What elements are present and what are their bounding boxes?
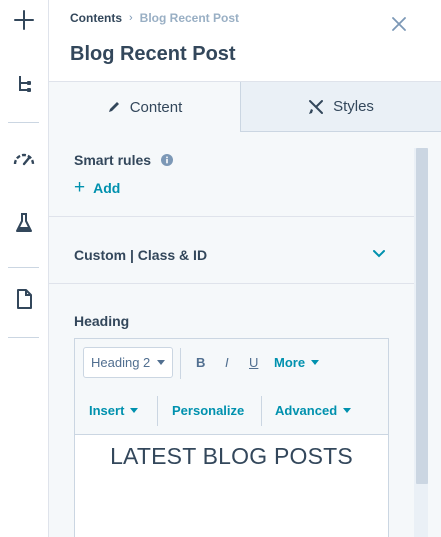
breadcrumb-current: Blog Recent Post: [139, 11, 240, 25]
scrollbar[interactable]: [414, 132, 441, 537]
caret-down-icon: [157, 360, 165, 365]
tab-content-label: Content: [129, 98, 183, 116]
breadcrumb: Contents › Blog Recent Post: [70, 11, 239, 25]
personalize-label: Personalize: [172, 403, 245, 418]
panel-header: Contents › Blog Recent Post Blog Recent …: [49, 0, 441, 82]
scroll-thumb[interactable]: [416, 148, 428, 484]
plus-icon[interactable]: [8, 4, 40, 36]
close-button[interactable]: [387, 12, 411, 36]
info-icon[interactable]: [160, 153, 173, 169]
document-icon[interactable]: [8, 283, 40, 315]
tab-styles-label: Styles: [333, 98, 374, 115]
caret-down-icon: [311, 360, 320, 365]
flask-icon[interactable]: [8, 207, 40, 239]
tree-structure-icon[interactable]: [8, 68, 40, 100]
rail-divider: [8, 122, 39, 123]
content-panel: Smart rules + Add Custom | Class & ID He…: [49, 132, 414, 537]
caret-down-icon: [343, 408, 352, 413]
more-dropdown[interactable]: More: [274, 355, 320, 370]
toolbar-separator: [261, 396, 262, 426]
close-icon: [392, 17, 406, 31]
plus-icon: +: [74, 177, 86, 198]
left-rail: [0, 0, 49, 537]
toolbar-separator: [157, 396, 158, 426]
personalize-button[interactable]: Personalize: [172, 403, 244, 418]
rich-text-editor[interactable]: Heading 2 B I U More Insert Personalize …: [74, 338, 389, 537]
custom-class-accordion[interactable]: Custom | Class & ID: [49, 217, 414, 283]
rail-divider: [8, 267, 39, 268]
add-label: Add: [93, 180, 121, 196]
tab-styles[interactable]: Styles: [241, 82, 441, 132]
rail-divider: [8, 337, 39, 338]
editor-toolbar: Heading 2 B I U More Insert Personalize …: [75, 339, 388, 435]
smart-rules-label: Smart rules: [74, 152, 152, 168]
divider: [49, 283, 414, 284]
underline-button[interactable]: U: [249, 355, 258, 370]
caret-down-icon: [130, 408, 139, 413]
pencil-icon: [108, 102, 119, 112]
add-smart-rule-button[interactable]: + Add: [74, 177, 121, 198]
page-title: Blog Recent Post: [70, 43, 236, 65]
heading-format-select[interactable]: Heading 2: [83, 347, 173, 378]
heading-label: Heading: [74, 313, 130, 329]
brush-icon: [309, 99, 324, 114]
tab-bar: Content Styles: [49, 82, 441, 132]
tab-content[interactable]: Content: [49, 82, 241, 132]
italic-button[interactable]: I: [225, 355, 229, 370]
bold-button[interactable]: B: [196, 355, 205, 370]
breadcrumb-link-contents[interactable]: Contents: [70, 11, 122, 25]
advanced-label: Advanced: [275, 403, 338, 418]
breadcrumb-separator: ›: [129, 12, 133, 24]
more-label: More: [274, 355, 306, 370]
chevron-down-icon: [373, 250, 385, 258]
speedometer-icon[interactable]: [8, 143, 40, 175]
heading-content[interactable]: LATEST BLOG POSTS: [75, 443, 388, 470]
toolbar-separator: [180, 348, 181, 379]
advanced-dropdown[interactable]: Advanced: [275, 403, 352, 418]
smart-rules-section: Smart rules: [74, 152, 173, 169]
insert-dropdown[interactable]: Insert: [89, 403, 139, 418]
accordion-label: Custom | Class & ID: [74, 247, 208, 263]
heading-format-value: Heading 2: [91, 355, 151, 370]
insert-label: Insert: [89, 403, 125, 418]
